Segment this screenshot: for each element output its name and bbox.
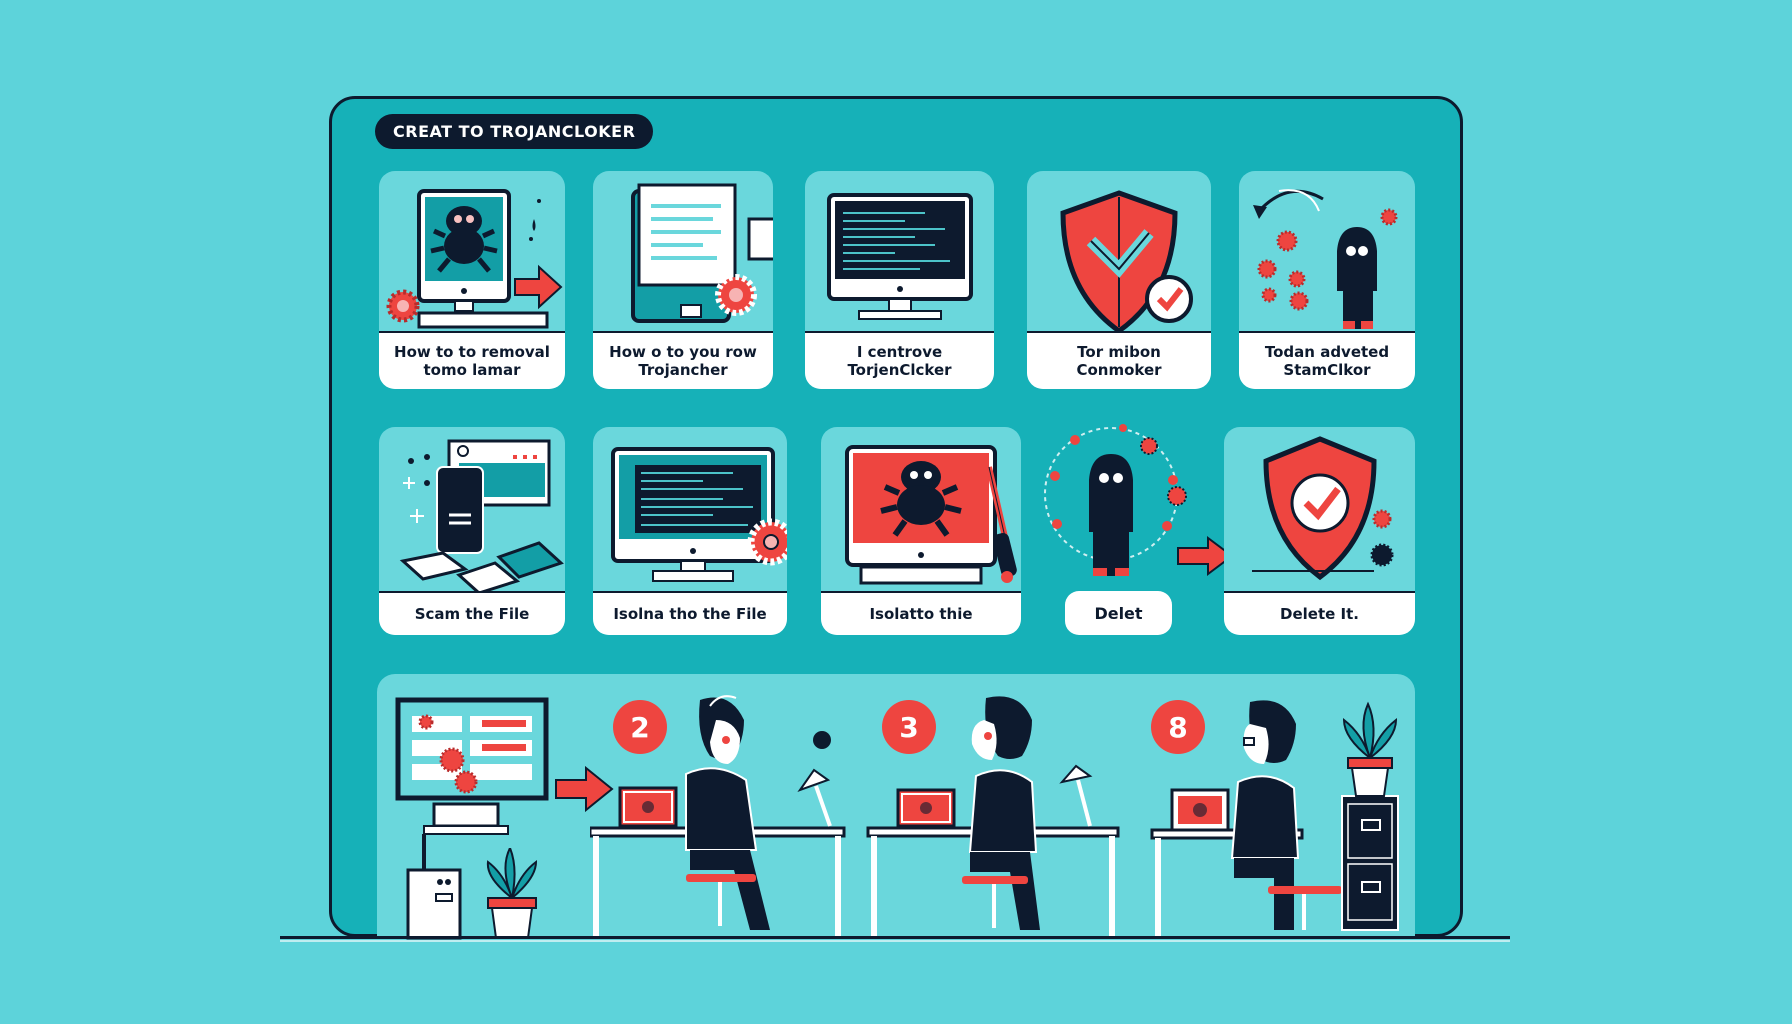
person-at-desk-2 <box>866 696 1120 936</box>
step-label: Tor mibon Conmoker <box>1027 331 1211 389</box>
person-at-desk-1 <box>590 695 846 936</box>
step-card-remove-2[interactable]: How o to you row Trojancher <box>593 171 773 389</box>
step-card-delete-it[interactable]: Delete It. <box>1224 427 1415 635</box>
step-card-delete[interactable]: Delet <box>1065 591 1172 635</box>
step-label: Todan adveted StamClkor <box>1239 331 1415 389</box>
step-label: How o to you row Trojancher <box>593 331 773 389</box>
floor-highlight <box>280 940 1510 942</box>
page-title: CREAT TO TROJANCLOKER <box>375 114 654 149</box>
step-label: Delet <box>1094 603 1143 623</box>
step-label: I centrove TorjenClcker <box>805 331 994 389</box>
step-card-remove-3[interactable]: I centrove TorjenClcker <box>805 171 994 389</box>
person-at-desk-3 <box>1150 700 1399 936</box>
step-card-scan[interactable]: Scam the File <box>379 427 565 635</box>
step-card-isolate-file[interactable]: Isolna tho the File <box>593 427 787 635</box>
step-card-remove-1[interactable]: How to to removal tomo lamar <box>379 171 565 389</box>
potted-plant-icon <box>486 848 538 939</box>
step-label: Isolna tho the File <box>593 591 787 635</box>
hacker-virus-ring-icon <box>1035 418 1190 588</box>
step-label: How to to removal tomo lamar <box>379 331 565 389</box>
step-label: Delete It. <box>1224 591 1415 635</box>
step-card-isolate[interactable]: Isolatto thie <box>821 427 1021 635</box>
step-card-remove-4[interactable]: Tor mibon Conmoker <box>1027 171 1211 389</box>
step-card-remove-5[interactable]: Todan adveted StamClkor <box>1239 171 1415 389</box>
step-label: Isolatto thie <box>821 591 1021 635</box>
pc-tower-icon <box>406 868 462 940</box>
step-label: Scam the File <box>379 591 565 635</box>
floor-line <box>280 936 1510 939</box>
